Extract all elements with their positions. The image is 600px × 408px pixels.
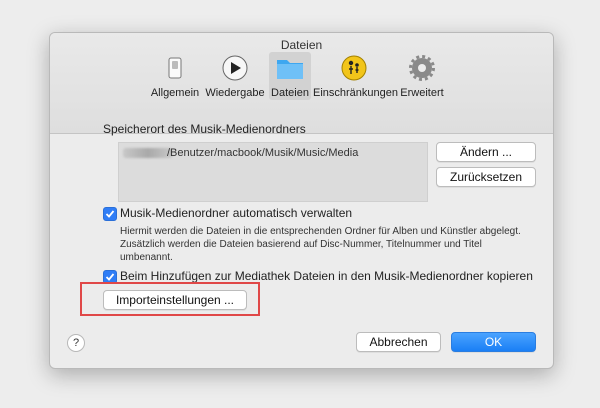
tab-label: Dateien — [271, 87, 309, 99]
tab-label: Allgemein — [150, 87, 200, 99]
tab-allgemein[interactable]: Allgemein — [149, 52, 201, 100]
storage-heading: Speicherort des Musik-Medienordners — [103, 122, 306, 136]
manage-folder-checkbox[interactable] — [103, 207, 117, 221]
cancel-button[interactable]: Abbrechen — [356, 332, 441, 352]
tab-label: Einschränkungen — [313, 87, 399, 99]
tab-label: Erweitert — [400, 87, 444, 99]
checkmark-icon — [105, 273, 115, 281]
tab-erweitert[interactable]: Erweitert — [397, 52, 447, 100]
tab-label: Wiedergabe — [205, 87, 265, 99]
reset-button[interactable]: Zurücksetzen — [436, 167, 536, 187]
window-title: Dateien — [280, 38, 323, 52]
manage-folder-description: Hiermit werden die Dateien in die entspr… — [120, 226, 521, 263]
gear-icon — [407, 54, 437, 82]
media-folder-path: /Benutzer/macbook/Musik/Music/Media — [167, 147, 359, 159]
tab-dateien[interactable]: Dateien — [269, 52, 311, 100]
help-button[interactable]: ? — [67, 334, 85, 352]
switch-icon — [160, 54, 190, 82]
tab-einschraenkungen[interactable]: Einschränkungen — [313, 52, 399, 100]
ok-button[interactable]: OK — [451, 332, 536, 352]
play-icon — [220, 54, 250, 82]
tab-wiedergabe[interactable]: Wiedergabe — [203, 52, 267, 100]
copy-files-label: Beim Hinzufügen zur Mediathek Dateien in… — [120, 269, 533, 283]
toolbar: Dateien Allgemein Wiedergabe Dateien Ein… — [50, 33, 553, 134]
annotation-highlight-box — [80, 282, 260, 316]
change-button[interactable]: Ändern ... — [436, 142, 536, 162]
checkmark-icon — [105, 210, 115, 218]
manage-folder-label: Musik-Medienordner automatisch verwalten — [120, 206, 353, 220]
redacted-username — [123, 148, 173, 158]
media-folder-path-box: /Benutzer/macbook/Musik/Music/Media — [118, 142, 428, 202]
folder-icon — [275, 54, 305, 82]
parental-restriction-icon — [339, 54, 369, 82]
